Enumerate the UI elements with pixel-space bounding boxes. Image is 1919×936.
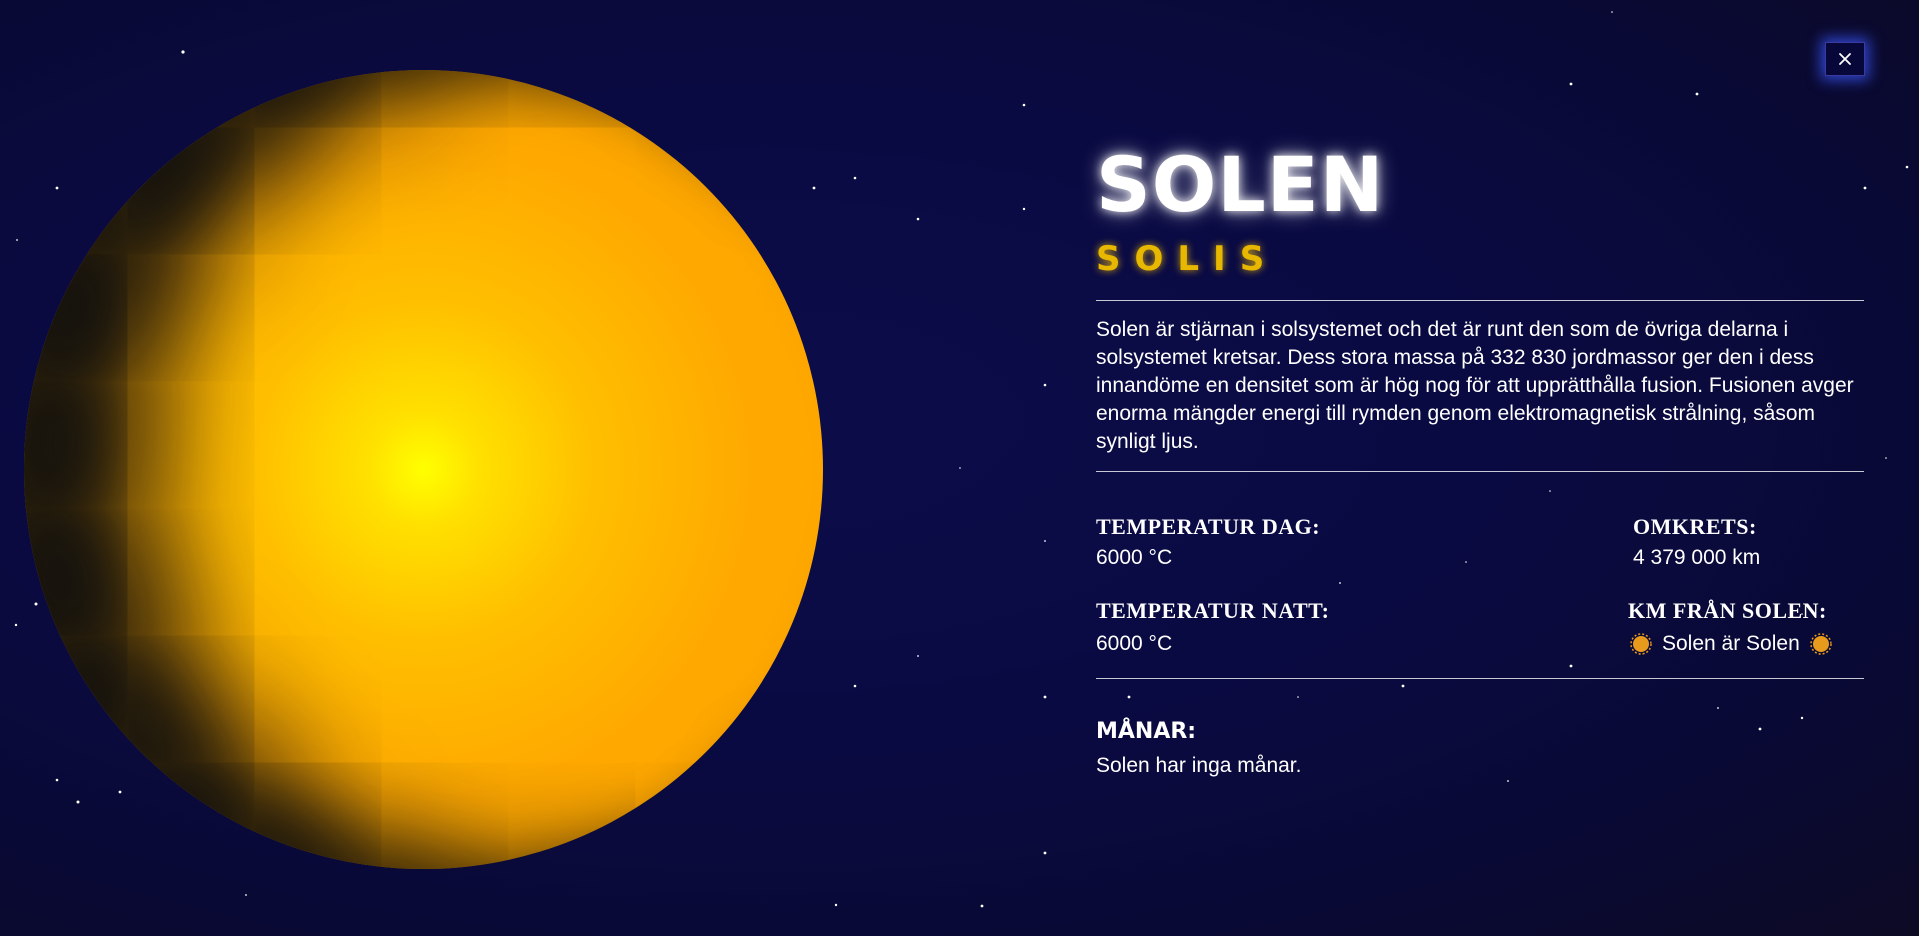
distance-value-text: Solen är Solen	[1662, 632, 1800, 655]
distance-value: Solen är Solen	[1630, 632, 1832, 656]
temp-day-value: 6000 °C	[1096, 546, 1173, 569]
divider	[1096, 678, 1864, 679]
divider	[1096, 300, 1864, 301]
sun-icon	[1810, 633, 1832, 655]
close-icon	[1839, 53, 1851, 65]
sun-planet	[24, 70, 823, 869]
moons-label: MÅNAR:	[1096, 719, 1197, 744]
stats-grid: TEMPERATUR DAG: 6000 °C TEMPERATUR NATT:…	[1096, 472, 1864, 678]
temp-day-label: TEMPERATUR DAG:	[1096, 514, 1321, 539]
info-panel: SOLEN SOLIS Solen är stjärnan i solsyste…	[1096, 140, 1864, 778]
circumference-value: 4 379 000 km	[1633, 546, 1761, 569]
planet-title: SOLEN	[1096, 140, 1385, 229]
temp-night-label: TEMPERATUR NATT:	[1096, 598, 1330, 623]
moons-value: Solen har inga månar.	[1096, 754, 1302, 777]
planet-description: Solen är stjärnan i solsystemet och det …	[1096, 318, 1854, 453]
sun-icon	[1630, 633, 1652, 655]
circumference-label: OMKRETS:	[1633, 514, 1757, 539]
planet-latin-name: SOLIS	[1096, 239, 1279, 279]
close-button[interactable]	[1825, 42, 1865, 76]
distance-label: KM FRÅN SOLEN:	[1628, 598, 1827, 623]
temp-night-value: 6000 °C	[1096, 632, 1173, 655]
